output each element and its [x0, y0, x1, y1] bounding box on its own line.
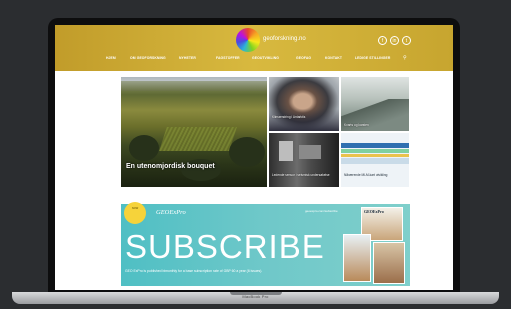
banner-brand: GEOExPro [156, 209, 186, 216]
promo-badge: NOW [124, 202, 146, 224]
nav-articles[interactable]: FAGSTOFFER [216, 56, 240, 60]
article-tile-lab[interactable]: Ledende sensor i seismisk undersøkelse [269, 133, 339, 187]
subscribe-banner[interactable]: NOW GEOExPro geoexpro.com/subscribe SUBS… [121, 202, 410, 286]
hero-article[interactable]: En utenomjordisk bouquet [121, 77, 267, 187]
lab-equipment [299, 145, 321, 159]
graph-band [341, 143, 409, 148]
logo-globe-icon[interactable] [236, 28, 260, 52]
tile-caption[interactable]: Ledende sensor i seismisk undersøkelse [272, 173, 334, 177]
laptop-base: MacBook Pro [12, 292, 499, 304]
nav-geofag[interactable]: GEOFAG [296, 56, 311, 60]
nav-about[interactable]: OM GEOFORSKNING [130, 56, 166, 60]
linkedin-icon[interactable]: in [390, 36, 399, 45]
article-tile-graph[interactable]: Nåværende MLM-kart utvikling [341, 133, 409, 187]
search-icon[interactable]: ⚲ [403, 55, 407, 61]
browser-screen: geoforskning.no f in t HJEM OM GEOFORSKN… [55, 25, 453, 290]
tile-caption[interactable]: Nåværende MLM-kart utvikling [344, 173, 406, 177]
tile-caption[interactable]: Kvarts og karsten [344, 123, 404, 127]
site-header: geoforskning.no f in t HJEM OM GEOFORSKN… [55, 25, 453, 71]
tile-caption[interactable]: Klimaendring i Antarktis [272, 115, 332, 119]
graph-band [341, 158, 409, 164]
nav-news[interactable]: NYHETER [179, 56, 196, 60]
article-tile-portrait[interactable]: Klimaendring i Antarktis [269, 77, 339, 131]
hero-vineyard [159, 127, 237, 151]
nav-development[interactable]: GEOUTVIKLING [252, 56, 279, 60]
article-tile-landscape[interactable]: Kvarts og karsten [341, 77, 409, 131]
main-nav: HJEM OM GEOFORSKNING NYHETER FAGSTOFFER … [55, 55, 453, 66]
banner-headline[interactable]: SUBSCRIBE [125, 230, 325, 263]
hero-tree [229, 137, 265, 167]
twitter-icon[interactable]: t [402, 36, 411, 45]
tile-shade [269, 109, 339, 131]
graph-band [341, 154, 409, 157]
model-label: MacBook Pro [242, 294, 269, 299]
hero-mountain-ridge [121, 81, 267, 91]
magazine-cover [373, 242, 405, 284]
nav-jobs[interactable]: LEDIGE STILLINGER [355, 56, 390, 60]
site-logo-text[interactable]: geoforskning.no [263, 36, 306, 42]
hero-tree [129, 135, 159, 161]
lab-equipment [279, 141, 293, 161]
magazine-cover [343, 234, 371, 282]
nav-contact[interactable]: KONTAKT [325, 56, 342, 60]
facebook-icon[interactable]: f [378, 36, 387, 45]
banner-url[interactable]: geoexpro.com/subscribe [305, 209, 338, 213]
nav-home[interactable]: HJEM [106, 56, 116, 60]
graph-band [341, 149, 409, 153]
magazine-title: GEOExPro [364, 209, 384, 214]
banner-body: GEO ExPro is published bimonthly for a b… [125, 269, 263, 273]
hero-caption[interactable]: En utenomjordisk bouquet [126, 163, 215, 170]
